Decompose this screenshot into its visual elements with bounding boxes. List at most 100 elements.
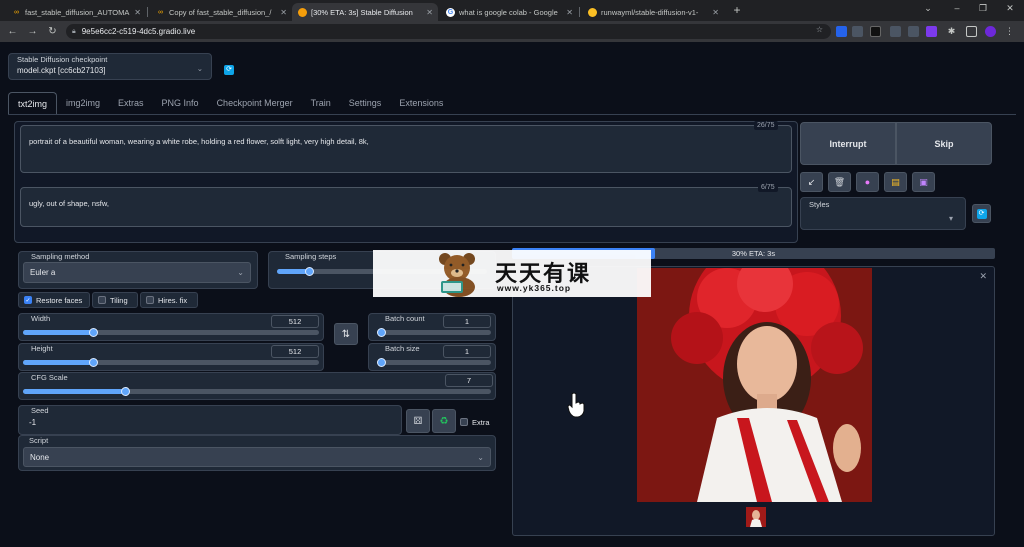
cfg-scale-panel: CFG Scale 7: [18, 372, 496, 400]
gallery-thumbnail[interactable]: [746, 507, 766, 527]
browser-tab-bar: ∞ fast_stable_diffusion_AUTOMA ✕ ∞ Copy …: [0, 0, 1024, 21]
extension-icon[interactable]: [908, 26, 919, 37]
skip-button[interactable]: Skip: [896, 122, 992, 165]
main-tabs: txt2img img2img Extras PNG Info Checkpoi…: [8, 92, 452, 114]
batch-count-label: Batch count: [385, 314, 425, 323]
width-slider[interactable]: [23, 328, 319, 337]
clear-prompt-button[interactable]: 🗑︎: [828, 172, 851, 192]
batch-size-input[interactable]: 1: [443, 345, 491, 358]
extension-icon[interactable]: [836, 26, 847, 37]
tiling-checkbox[interactable]: Tiling: [92, 292, 138, 308]
height-label: Height: [31, 344, 53, 353]
interrupt-button[interactable]: Interrupt: [800, 122, 896, 165]
browser-tab-4[interactable]: G what is google colab - Google ✕: [440, 3, 578, 21]
sampling-method-label: Sampling method: [31, 252, 90, 261]
tab-divider: [579, 7, 580, 17]
slider-thumb[interactable]: [89, 328, 98, 337]
browser-tab-label: what is google colab - Google: [459, 7, 558, 17]
puzzle-icon[interactable]: ✱: [946, 26, 957, 37]
refresh-checkpoint-button[interactable]: ⟳: [222, 63, 236, 77]
width-input[interactable]: 512: [271, 315, 319, 328]
hires-fix-checkbox[interactable]: Hires. fix: [140, 292, 198, 308]
batch-count-panel: Batch count 1: [368, 313, 496, 341]
height-input[interactable]: 512: [271, 345, 319, 358]
cfg-scale-slider[interactable]: [23, 387, 491, 396]
arrow-icon: ↙: [807, 176, 816, 187]
maximize-icon[interactable]: ❐: [976, 3, 990, 14]
bookmark-star-icon[interactable]: ☆: [816, 25, 823, 34]
generated-image[interactable]: [637, 268, 872, 502]
tab-png-info[interactable]: PNG Info: [153, 92, 208, 114]
styles-select[interactable]: ▾: [807, 210, 959, 226]
tab-checkpoint-merger[interactable]: Checkpoint Merger: [208, 92, 302, 114]
apply-styles-button[interactable]: ▤: [884, 172, 907, 192]
back-icon[interactable]: ←: [6, 25, 19, 38]
new-tab-button[interactable]: +: [730, 3, 744, 17]
reload-icon[interactable]: ↻: [46, 25, 59, 38]
close-icon[interactable]: ✕: [280, 8, 287, 17]
side-panel-icon[interactable]: [966, 26, 977, 37]
refresh-styles-button[interactable]: ⟳: [972, 204, 991, 223]
forward-icon[interactable]: →: [26, 25, 39, 38]
swap-dimensions-button[interactable]: ⇅: [334, 323, 358, 345]
kebab-menu-icon[interactable]: ⋮: [1004, 26, 1015, 37]
extension-icon[interactable]: [852, 26, 863, 37]
extension-icon[interactable]: [890, 26, 901, 37]
browser-tab-1[interactable]: ∞ fast_stable_diffusion_AUTOMA ✕: [6, 3, 146, 21]
reuse-seed-button[interactable]: ♻: [432, 409, 456, 433]
close-icon[interactable]: ✕: [426, 8, 433, 17]
tab-settings[interactable]: Settings: [340, 92, 391, 114]
negative-prompt-textarea[interactable]: ugly, out of shape, nsfw,: [20, 187, 792, 227]
close-icon[interactable]: ✕: [566, 8, 573, 17]
slider-thumb[interactable]: [89, 358, 98, 367]
tab-img2img[interactable]: img2img: [57, 92, 109, 114]
sampling-method-select[interactable]: Euler a ⌄: [23, 262, 251, 283]
extra-seed-checkbox[interactable]: Extra: [458, 414, 496, 430]
read-params-button[interactable]: ↙: [800, 172, 823, 192]
slider-thumb[interactable]: [377, 358, 386, 367]
restore-faces-label: Restore faces: [36, 295, 83, 305]
slider-thumb[interactable]: [305, 267, 314, 276]
tab-txt2img[interactable]: txt2img: [8, 92, 58, 114]
save-style-button[interactable]: ▣: [912, 172, 935, 192]
close-icon[interactable]: ✕: [712, 8, 719, 17]
batch-count-slider[interactable]: [377, 328, 491, 337]
slider-thumb[interactable]: [377, 328, 386, 337]
prompt-textarea[interactable]: portrait of a beautiful woman, wearing a…: [20, 125, 792, 173]
script-select[interactable]: None ⌄: [23, 447, 491, 467]
avatar[interactable]: [985, 26, 996, 37]
close-icon[interactable]: ✕: [979, 271, 987, 282]
prompt-text: portrait of a beautiful woman, wearing a…: [29, 137, 369, 146]
batch-size-slider[interactable]: [377, 358, 491, 367]
extra-networks-button[interactable]: ●: [856, 172, 879, 192]
browser-tab-5[interactable]: runwayml/stable-diffusion-v1- ✕: [582, 3, 724, 21]
tab-search-icon[interactable]: ⌄: [921, 3, 935, 14]
browser-tab-2[interactable]: ∞ Copy of fast_stable_diffusion_/ ✕: [150, 3, 292, 21]
extension-icon[interactable]: [870, 26, 881, 37]
batch-size-panel: Batch size 1: [368, 343, 496, 371]
batch-count-input[interactable]: 1: [443, 315, 491, 328]
height-slider[interactable]: [23, 358, 319, 367]
seed-label: Seed: [31, 406, 49, 415]
height-panel: Height 512: [18, 343, 324, 371]
cfg-scale-input[interactable]: 7: [445, 374, 493, 387]
slider-thumb[interactable]: [121, 387, 130, 396]
browser-tab-3[interactable]: [30% ETA: 3s] Stable Diffusion ✕: [292, 3, 438, 21]
random-seed-button[interactable]: ⚄: [406, 409, 430, 433]
close-icon[interactable]: ✕: [134, 8, 141, 17]
browser-tab-label: runwayml/stable-diffusion-v1-: [601, 7, 699, 17]
minimize-icon[interactable]: –: [950, 3, 964, 13]
seed-input[interactable]: -1: [29, 418, 36, 427]
watermark-url: www.yk365.top: [497, 283, 572, 293]
script-panel: Script None ⌄: [18, 435, 496, 471]
url-bar[interactable]: 🔒︎ 9e5e6cc2-c519-4dc5.gradio.live ☆: [66, 24, 831, 39]
caret-down-icon: ▾: [948, 213, 953, 223]
checkbox-box: [98, 296, 106, 304]
restore-faces-checkbox[interactable]: ✓ Restore faces: [18, 292, 90, 308]
tab-extensions[interactable]: Extensions: [390, 92, 452, 114]
extension-icon[interactable]: [926, 26, 937, 37]
checkpoint-select[interactable]: model.ckpt [cc6cb27103]: [17, 66, 106, 75]
close-window-icon[interactable]: ✕: [1003, 3, 1017, 14]
tab-extras[interactable]: Extras: [109, 92, 153, 114]
tab-train[interactable]: Train: [302, 92, 340, 114]
